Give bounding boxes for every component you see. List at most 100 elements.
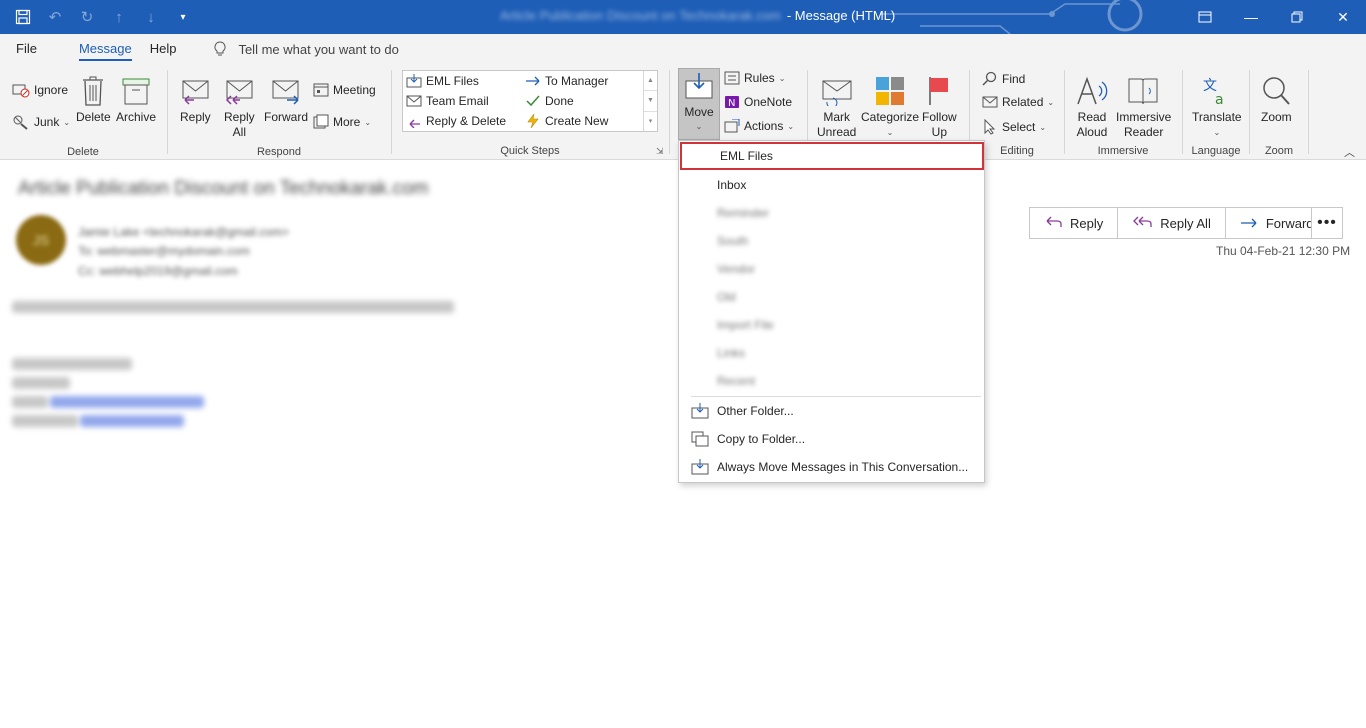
menu-item-always-move[interactable]: Always Move Messages in This Conversatio… [679, 453, 984, 481]
eml-files-label: EML Files [426, 74, 479, 88]
quick-step-done[interactable]: Done [525, 94, 574, 108]
follow-up-button[interactable]: Follow Up [922, 72, 957, 140]
menu-item-label: Old [717, 290, 736, 304]
menu-item-label: Import File [717, 318, 774, 332]
select-button[interactable]: Select ⌄ [982, 119, 1046, 135]
find-button[interactable]: Find [982, 71, 1025, 87]
more-actions-button[interactable]: ••• [1311, 207, 1343, 239]
related-label: Related [1002, 95, 1044, 109]
message-body-link[interactable] [50, 396, 204, 408]
menu-item-copy-to-folder[interactable]: Copy to Folder... [679, 425, 984, 453]
menu-item-label: Reminder [717, 206, 770, 220]
collapse-ribbon-icon[interactable]: ︿ [1344, 144, 1355, 160]
menu-item-folder[interactable]: South [679, 227, 984, 255]
customize-qat-icon[interactable]: ▾ [172, 6, 194, 28]
related-button[interactable]: Related ⌄ [982, 95, 1054, 109]
forward-button[interactable]: Forward [264, 72, 308, 125]
copy-icon [691, 431, 709, 447]
actions-button[interactable]: Actions ⌄ [724, 119, 794, 133]
menu-item-folder[interactable]: Import File [679, 311, 984, 339]
zoom-button[interactable]: Zoom [1261, 72, 1292, 125]
chevron-down-icon[interactable]: ▼ [644, 91, 657, 112]
undo-icon[interactable]: ↶ [44, 6, 66, 28]
follow-up-label-1: Follow [922, 110, 957, 124]
redo-icon[interactable]: ↻ [76, 6, 98, 28]
quick-access-toolbar: ↶ ↻ ↑ ↓ ▾ [12, 0, 194, 34]
read-aloud-button[interactable]: Read Aloud [1076, 72, 1108, 140]
menu-item-folder[interactable]: Reminder [679, 199, 984, 227]
menu-item-folder[interactable]: Recent [679, 367, 984, 395]
gallery-expand-icon[interactable]: ▾ [644, 112, 657, 131]
sender-line: Jamie Lake <technokarak@gmail.com> [78, 225, 289, 239]
move-folder-icon [691, 403, 709, 419]
tab-file[interactable]: File [8, 34, 45, 64]
menu-item-other-folder[interactable]: Other Folder... [679, 397, 984, 425]
reply-all-action-button[interactable]: Reply All [1118, 208, 1226, 238]
rules-icon [724, 71, 740, 85]
quick-step-create-new[interactable]: Create New [525, 114, 608, 128]
reply-all-icon [1133, 216, 1152, 227]
forward-label: Forward [264, 110, 309, 124]
forward-icon [1240, 218, 1257, 228]
meeting-button[interactable]: Meeting [313, 82, 376, 98]
menu-item-folder[interactable]: Old [679, 283, 984, 311]
next-item-icon[interactable]: ↓ [140, 6, 162, 28]
reply-all-action-label: Reply All [1160, 215, 1211, 231]
categorize-button[interactable]: Categorize ⌄ [861, 72, 919, 140]
reply-icon [1046, 216, 1062, 227]
find-label: Find [1002, 72, 1026, 86]
previous-item-icon[interactable]: ↑ [108, 6, 130, 28]
respond-group: Reply Reply All Forward Meeting More ⌄ Re… [168, 68, 390, 160]
menu-item-label: Always Move Messages in This Conversatio… [717, 460, 969, 474]
quick-step-to-manager[interactable]: To Manager [525, 74, 608, 88]
delete-button[interactable]: Delete [76, 72, 111, 125]
onenote-button[interactable]: N OneNote [724, 95, 792, 109]
reply-button[interactable]: Reply [180, 72, 211, 125]
move-button[interactable]: Move ⌄ [678, 68, 720, 140]
junk-label: Junk [34, 115, 60, 129]
message-body-line [12, 396, 48, 408]
avatar-initials: JS [32, 232, 50, 248]
reply-all-button[interactable]: Reply All [224, 72, 255, 140]
minimize-icon[interactable]: — [1228, 0, 1274, 34]
tab-message[interactable]: Message [71, 34, 140, 64]
menu-item-inbox[interactable]: Inbox [679, 171, 984, 199]
done-label: Done [545, 94, 574, 108]
dialog-launcher-icon[interactable]: ⇲ [656, 146, 664, 157]
forward-icon [272, 80, 299, 105]
quick-steps-scrollbar[interactable]: ▲ ▼ ▾ [643, 71, 657, 131]
menu-item-folder[interactable]: Vendor [679, 255, 984, 283]
immersive-reader-button[interactable]: Immersive Reader [1116, 72, 1171, 140]
rules-button[interactable]: Rules ⌄ [724, 71, 785, 85]
restore-icon[interactable] [1274, 0, 1320, 34]
archive-button[interactable]: Archive [116, 72, 156, 125]
close-icon[interactable]: ✕ [1320, 0, 1366, 34]
reply-all-label-2: All [232, 125, 247, 139]
cursor-icon [984, 119, 996, 135]
quick-step-reply-delete[interactable]: Reply & Delete [406, 114, 506, 128]
ribbon-display-options-icon[interactable] [1182, 0, 1228, 34]
more-respond-button[interactable]: More ⌄ [313, 114, 371, 130]
message-body-link[interactable] [80, 415, 184, 427]
tell-me-text: Tell me what you want to do [238, 41, 399, 57]
menu-item-eml-files[interactable]: EML Files [680, 142, 984, 170]
more-label: More [333, 115, 361, 129]
ignore-button[interactable]: Ignore [12, 82, 68, 98]
envelope-icon [406, 95, 422, 107]
reply-action-button[interactable]: Reply [1030, 208, 1119, 238]
move-icon [685, 73, 713, 99]
quick-step-team-email[interactable]: Team Email [406, 94, 489, 108]
mark-unread-button[interactable]: Mark Unread [817, 72, 856, 140]
translate-button[interactable]: 文a Translate ⌄ [1192, 72, 1242, 140]
ellipsis-icon: ••• [1317, 214, 1337, 231]
zoom-group-label: Zoom [1264, 145, 1294, 157]
chevron-up-icon[interactable]: ▲ [644, 71, 657, 92]
save-icon[interactable] [12, 6, 34, 28]
junk-button[interactable]: Junk ⌄ [12, 114, 70, 130]
tab-help[interactable]: Help [142, 34, 185, 64]
menu-item-folder[interactable]: Links [679, 339, 984, 367]
avatar: JS [16, 215, 66, 265]
tell-me-search[interactable]: Tell me what you want to do [214, 41, 399, 57]
reply-icon [182, 80, 209, 105]
quick-step-eml-files[interactable]: EML Files [406, 74, 479, 88]
